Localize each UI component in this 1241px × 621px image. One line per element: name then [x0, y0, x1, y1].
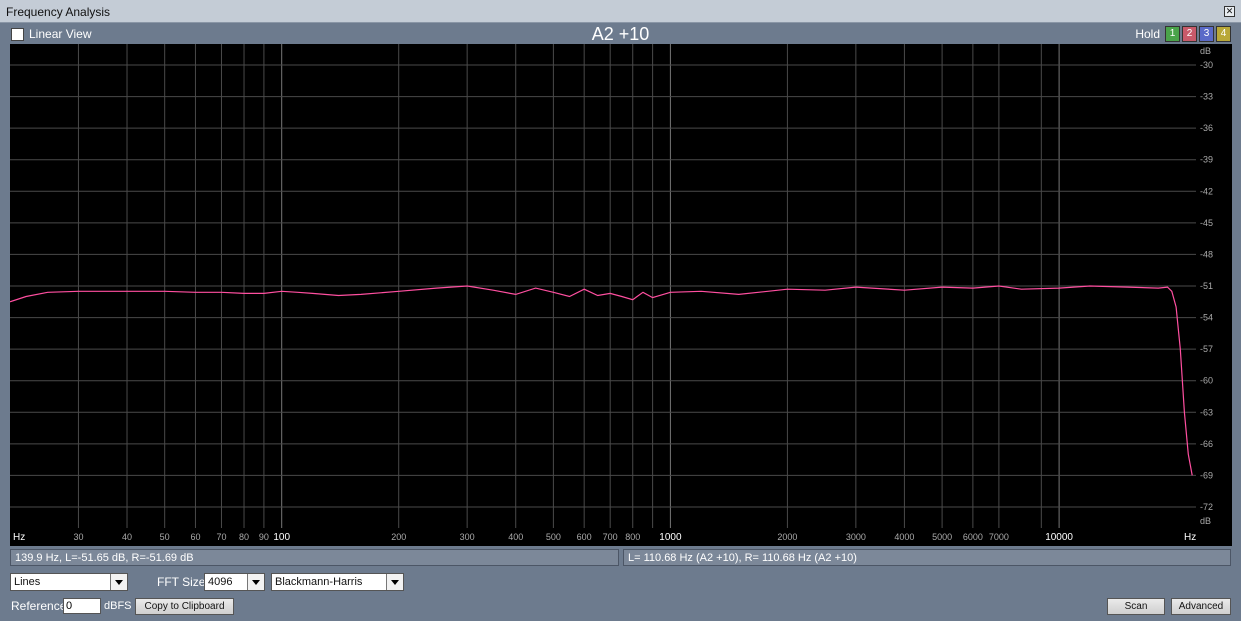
display-mode-select[interactable]: Lines	[10, 573, 128, 591]
x-unit-label: Hz	[1184, 532, 1196, 543]
display-mode-value: Lines	[14, 576, 41, 588]
y-tick-label: -66	[1200, 439, 1213, 449]
y-tick-label: -57	[1200, 344, 1213, 354]
cursor-readout: 139.9 Hz, L=-51.65 dB, R=-51.69 dB	[10, 549, 619, 566]
y-tick-label: -45	[1200, 218, 1213, 228]
window-titlebar: Frequency Analysis ✕	[0, 0, 1241, 23]
x-tick-label: 7000	[989, 532, 1009, 542]
close-icon[interactable]: ✕	[1224, 6, 1235, 17]
x-tick-label: 50	[160, 532, 170, 542]
y-tick-label: -72	[1200, 502, 1213, 512]
x-tick-label: 2000	[777, 532, 797, 542]
y-tick-label: -54	[1200, 313, 1213, 323]
x-tick-label: 400	[508, 532, 523, 542]
fft-size-value: 4096	[208, 576, 233, 588]
reference-unit: dBFS	[104, 600, 132, 612]
x-tick-label: 700	[603, 532, 618, 542]
x-tick-label: 5000	[932, 532, 952, 542]
fft-size-label: FFT Size	[157, 575, 206, 589]
window-title: Frequency Analysis	[6, 5, 111, 19]
y-tick-label: -36	[1200, 123, 1213, 133]
y-tick-label: -60	[1200, 376, 1213, 386]
x-tick-label: 3000	[846, 532, 866, 542]
window-function-select[interactable]: Blackmann-Harris	[271, 573, 404, 591]
x-tick-label: 1000	[659, 532, 682, 543]
y-tick-label: -30	[1200, 60, 1213, 70]
y-tick-label: -33	[1200, 92, 1213, 102]
chart-title: A2 +10	[591, 24, 650, 44]
x-tick-label: 30	[73, 532, 83, 542]
chevron-down-icon[interactable]	[247, 574, 264, 590]
hold-button-1[interactable]: 1	[1165, 26, 1180, 42]
x-tick-label: 10000	[1045, 532, 1073, 543]
frequency-plot[interactable]: 30 40 50 60 70 80 90 100 200 300 400 500 600 700 800 10…	[10, 44, 1232, 546]
window-function-value: Blackmann-Harris	[275, 576, 363, 588]
hold-group: Hold 1 2 3 4	[1135, 26, 1231, 42]
y-tick-label: -51	[1200, 281, 1213, 291]
x-tick-label: 800	[625, 532, 640, 542]
x-tick-label: 60	[190, 532, 200, 542]
chevron-down-icon[interactable]	[110, 574, 127, 590]
reference-input[interactable]: 0	[63, 598, 101, 614]
x-tick-label: 200	[391, 532, 406, 542]
x-tick-label: 90	[259, 532, 269, 542]
x-tick-label: 600	[577, 532, 592, 542]
chevron-down-icon[interactable]	[386, 574, 403, 590]
x-tick-label: 300	[460, 532, 475, 542]
hold-label: Hold	[1135, 27, 1160, 41]
advanced-button[interactable]: Advanced	[1171, 598, 1231, 615]
y-tick-label: -69	[1200, 470, 1213, 480]
x-tick-label: 40	[122, 532, 132, 542]
y-tick-label: -48	[1200, 249, 1213, 259]
scan-button[interactable]: Scan	[1107, 598, 1165, 615]
y-unit-label: dB	[1200, 516, 1211, 526]
x-tick-label: 80	[239, 532, 249, 542]
x-tick-label: 70	[216, 532, 226, 542]
y-tick-label: -63	[1200, 407, 1213, 417]
x-unit-label: Hz	[13, 532, 25, 543]
x-tick-label: 4000	[894, 532, 914, 542]
hold-button-4[interactable]: 4	[1216, 26, 1231, 42]
y-tick-label: -39	[1200, 155, 1213, 165]
x-tick-label: 500	[546, 532, 561, 542]
peak-readout: L= 110.68 Hz (A2 +10), R= 110.68 Hz (A2 …	[623, 549, 1231, 566]
hold-button-2[interactable]: 2	[1182, 26, 1197, 42]
fft-size-select[interactable]: 4096	[204, 573, 265, 591]
x-tick-label: 6000	[963, 532, 983, 542]
copy-to-clipboard-button[interactable]: Copy to Clipboard	[135, 598, 234, 615]
y-tick-label: -42	[1200, 186, 1213, 196]
hold-button-3[interactable]: 3	[1199, 26, 1214, 42]
x-tick-label: 100	[273, 532, 290, 543]
y-unit-label: dB	[1200, 46, 1211, 56]
reference-label: Reference	[11, 599, 67, 613]
